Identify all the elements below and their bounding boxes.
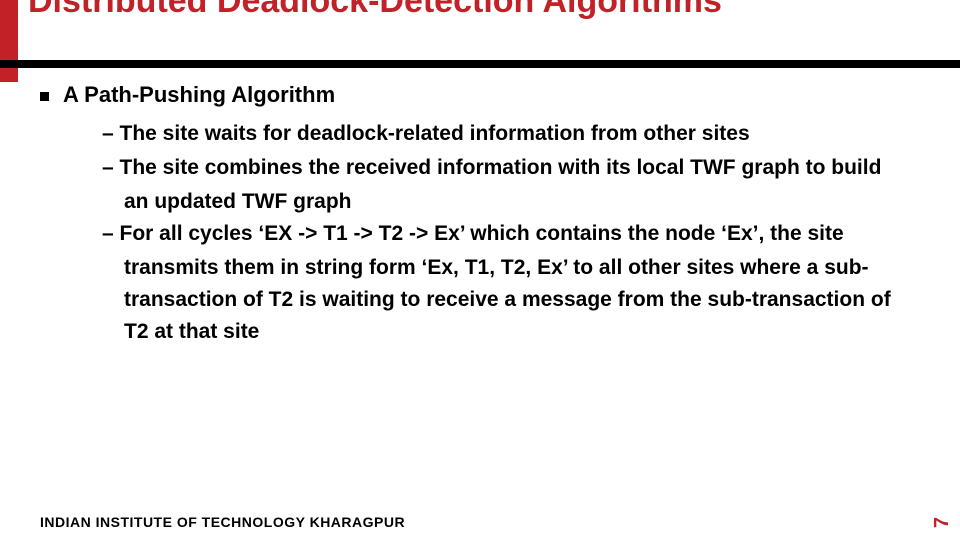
dash-item-1: – The site waits for deadlock-related in… — [102, 118, 920, 150]
dash-item-3: – For all cycles ‘EX -> T1 -> T2 -> Ex’ … — [102, 218, 920, 250]
footer-institute: INDIAN INSTITUTE OF TECHNOLOGY KHARAGPUR — [40, 514, 405, 530]
sub-points: – The site waits for deadlock-related in… — [102, 118, 920, 348]
square-bullet-icon — [40, 92, 49, 101]
dash-item-2: – The site combines the received informa… — [102, 152, 920, 184]
dash-item-2-cont: an updated TWF graph — [124, 186, 920, 218]
bullet-main: A Path-Pushing Algorithm — [40, 82, 930, 108]
slide-title: Distributed Deadlock-Detection Algorithm… — [28, 0, 940, 20]
horizontal-rule — [0, 60, 960, 68]
content-area: A Path-Pushing Algorithm – The site wait… — [40, 82, 930, 348]
dash-item-3-cont: transmits them in string form ‘Ex, T1, T… — [124, 252, 920, 348]
bullet-main-text: A Path-Pushing Algorithm — [63, 82, 335, 108]
accent-bar — [0, 0, 18, 82]
page-number: 7 — [931, 517, 954, 528]
